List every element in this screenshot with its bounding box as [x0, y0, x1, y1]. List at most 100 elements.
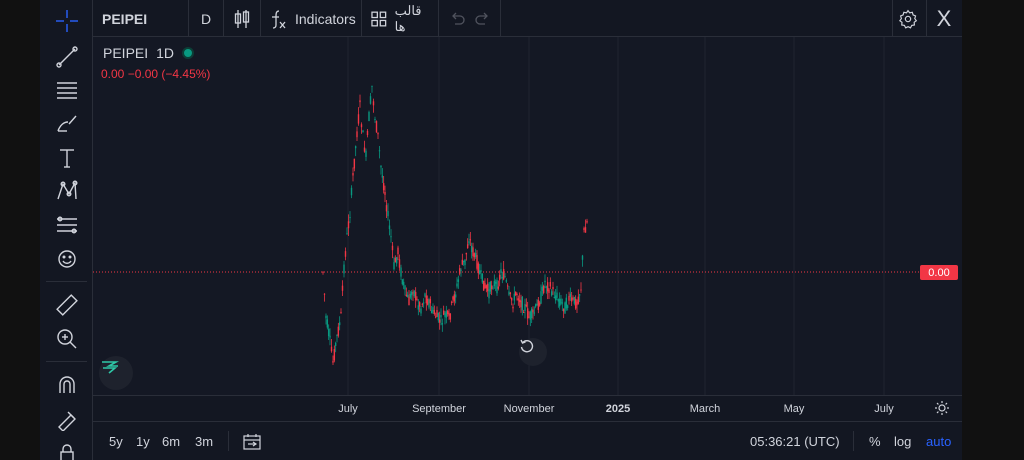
reset-icon	[520, 339, 534, 353]
reset-chart-button[interactable]	[519, 338, 547, 366]
candle-body	[566, 305, 569, 308]
last-price-label: 0.00	[920, 265, 958, 280]
candle-body	[537, 299, 540, 310]
candle-body	[436, 310, 438, 317]
symbol-search-button[interactable]: PEIPEI	[102, 0, 182, 37]
candle-body	[362, 130, 364, 133]
candle-body	[584, 227, 587, 233]
candle-body	[387, 211, 389, 217]
topbar-divider	[438, 0, 439, 37]
candle-body	[412, 292, 414, 294]
candle-body	[428, 299, 430, 308]
horizontal-lines-icon[interactable]	[40, 73, 93, 107]
candles-icon	[234, 9, 250, 28]
pattern-icon[interactable]	[40, 174, 93, 208]
text-icon[interactable]	[40, 141, 93, 175]
candle-body	[532, 309, 534, 313]
brush-icon[interactable]	[40, 107, 93, 141]
candle-body	[391, 245, 394, 251]
toolbar-divider	[46, 361, 87, 362]
lock-drawing-icon[interactable]	[40, 402, 93, 436]
candle-body	[544, 280, 546, 283]
candle-body	[349, 217, 351, 219]
candle-body	[560, 298, 562, 304]
candle-body	[504, 276, 506, 278]
grid-lines	[347, 37, 885, 395]
candle-body	[521, 296, 524, 311]
candle-body	[518, 299, 521, 303]
auto-scale-button[interactable]: auto	[926, 422, 951, 460]
candle-body	[461, 259, 464, 265]
topbar-divider	[892, 0, 893, 37]
candle-body	[492, 287, 494, 289]
candle-body	[494, 281, 497, 284]
candle-body	[420, 308, 422, 314]
candle-body	[550, 291, 553, 296]
range-3m-button[interactable]: 3m	[195, 422, 213, 460]
interval-button[interactable]: D	[189, 0, 223, 37]
chart-legend[interactable]: PEIPEI 1D	[103, 45, 195, 61]
range-6m-button[interactable]: 6m	[162, 422, 180, 460]
crosshair-icon[interactable]	[40, 4, 93, 38]
top-toolbar: PEIPEI D Indicators قالب ها X	[93, 0, 962, 37]
candle-body	[525, 304, 528, 307]
candle-body	[477, 263, 480, 274]
candle-body	[360, 124, 363, 128]
candle-body	[425, 295, 428, 304]
candle-body	[517, 298, 520, 301]
candles	[322, 85, 588, 365]
candle-body	[522, 312, 525, 314]
fib-icon[interactable]	[40, 208, 93, 242]
candle-body	[441, 323, 444, 325]
axis-settings-button[interactable]	[934, 400, 950, 421]
lock-icon[interactable]	[40, 436, 93, 460]
close-button[interactable]: X	[930, 0, 958, 37]
candle-body	[501, 277, 504, 279]
templates-button[interactable]: قالب ها	[371, 0, 435, 37]
clock-button[interactable]: 05:36:21 (UTC)	[750, 422, 840, 460]
zoom-in-icon[interactable]	[40, 322, 93, 356]
time-axis-tick: November	[503, 403, 555, 415]
candle-body	[325, 315, 327, 319]
redo-button[interactable]	[471, 0, 495, 37]
magnet-icon[interactable]	[40, 368, 93, 402]
undo-button[interactable]	[445, 0, 469, 37]
indicators-button[interactable]: Indicators	[269, 0, 361, 37]
candle-body	[440, 315, 442, 318]
chart-pane[interactable]: PEIPEI 1D 0.00 −0.00 (−4.45%) 0.00	[93, 37, 962, 395]
candle-body	[388, 225, 391, 230]
time-axis[interactable]: July September November 2025 March May July	[93, 395, 962, 421]
candle-body	[397, 247, 399, 255]
range-5y-button[interactable]: 5y	[109, 422, 123, 460]
emoji-icon[interactable]	[40, 242, 93, 276]
log-scale-button[interactable]: log	[894, 422, 911, 460]
candle-body	[460, 269, 462, 271]
legend-values: 0.00 −0.00 (−4.45%)	[101, 67, 211, 81]
goto-date-button[interactable]	[243, 422, 261, 460]
candle-body	[509, 292, 512, 294]
chart-type-button[interactable]	[224, 0, 260, 37]
range-1y-button[interactable]: 1y	[136, 422, 150, 460]
tradingview-logo-icon[interactable]	[99, 356, 133, 390]
legend-interval: 1D	[156, 45, 175, 61]
candle-body	[480, 270, 482, 272]
candle-body	[520, 300, 522, 308]
percent-scale-button[interactable]: %	[869, 422, 881, 460]
candle-body	[465, 252, 468, 255]
candle-body	[476, 255, 478, 269]
candle-body	[380, 165, 382, 168]
ruler-icon[interactable]	[40, 288, 93, 322]
settings-button[interactable]	[895, 0, 921, 37]
time-axis-tick: 2025	[605, 403, 631, 415]
trend-line-icon[interactable]	[40, 40, 93, 74]
time-axis-tick: March	[689, 403, 721, 415]
candle-body	[363, 147, 366, 152]
candle-body	[502, 268, 505, 280]
candle-body	[456, 283, 458, 287]
candle-body	[347, 221, 350, 229]
candle-body	[528, 316, 530, 318]
candle-body	[486, 283, 489, 292]
toolbar-divider	[46, 281, 87, 282]
templates-label: قالب ها	[394, 2, 422, 34]
candle-body	[382, 183, 385, 191]
